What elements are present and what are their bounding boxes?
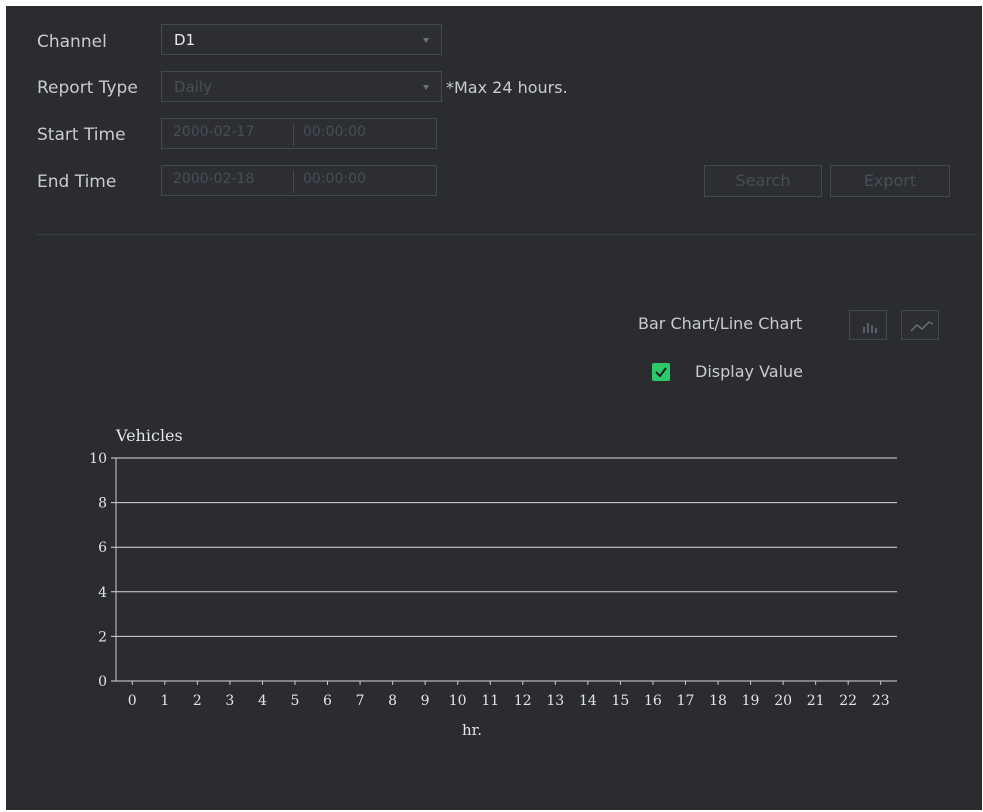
display-value-checkbox[interactable] — [652, 363, 670, 381]
search-button[interactable]: Search — [704, 165, 822, 197]
x-tick-label: 22 — [839, 693, 857, 709]
end-clock-value: 00:00:00 — [303, 171, 366, 187]
vehicles-chart: 02468100 1 2 3 4 5 6 7 8 9 10 11 12 13 14 15 16 17 18 19 20 2… — [89, 426, 897, 739]
x-tick-label: 16 — [644, 693, 662, 709]
start-date-value: 2000-02-17 — [173, 124, 255, 140]
x-tick-label: 5 — [291, 693, 300, 709]
start-clock-value: 00:00:00 — [303, 124, 366, 140]
x-tick-label: 6 — [323, 693, 332, 709]
x-tick-label: 2 — [193, 693, 202, 709]
y-tick-label: 10 — [89, 451, 107, 467]
y-tick-label: 2 — [98, 629, 107, 645]
divider — [293, 123, 294, 146]
x-tick-label: 23 — [872, 693, 890, 709]
start-time-field[interactable]: 2000-02-17 00:00:00 — [161, 118, 437, 149]
checkmark-icon — [655, 367, 667, 378]
x-tick-label: 11 — [481, 693, 499, 709]
x-tick-label: 7 — [356, 693, 365, 709]
chart-type-label: Bar Chart/Line Chart — [638, 314, 803, 333]
x-tick-label: 1 — [160, 693, 169, 709]
x-tick-label: 17 — [677, 693, 695, 709]
x-tick-label: 20 — [774, 693, 792, 709]
end-time-label: End Time — [37, 172, 117, 192]
y-axis-title: Vehicles — [115, 426, 183, 445]
section-divider — [36, 234, 978, 235]
end-time-field[interactable]: 2000-02-18 00:00:00 — [161, 165, 437, 196]
max-hours-note: *Max 24 hours. — [446, 78, 568, 97]
bar-chart-icon — [863, 323, 877, 333]
bar-chart-toggle[interactable] — [849, 310, 887, 340]
y-tick-label: 8 — [98, 496, 107, 512]
x-tick-label: 3 — [225, 693, 234, 709]
x-axis-title: hr. — [462, 721, 482, 739]
report-type-label: Report Type — [37, 78, 138, 98]
x-tick-label: 13 — [546, 693, 564, 709]
x-tick-label: 10 — [449, 693, 467, 709]
x-tick-label: 0 — [128, 693, 137, 709]
report-panel: Channel D1 Report Type Daily *Max 24 hou… — [6, 6, 982, 810]
x-tick-label: 12 — [514, 693, 532, 709]
x-tick-label: 18 — [709, 693, 727, 709]
x-tick-label: 4 — [258, 693, 267, 709]
end-date-value: 2000-02-18 — [173, 171, 255, 187]
display-value-label: Display Value — [695, 362, 803, 381]
chevron-down-icon — [423, 38, 429, 43]
x-tick-label: 9 — [421, 693, 430, 709]
report-type-select[interactable]: Daily — [161, 71, 442, 102]
y-tick-label: 4 — [98, 585, 107, 601]
x-tick-label: 8 — [388, 693, 397, 709]
channel-label: Channel — [37, 32, 107, 52]
channel-select[interactable]: D1 — [161, 24, 442, 55]
export-button[interactable]: Export — [830, 165, 950, 197]
divider — [293, 170, 294, 193]
line-chart-toggle[interactable] — [901, 310, 939, 340]
x-tick-label: 21 — [807, 693, 825, 709]
x-tick-label: 19 — [742, 693, 760, 709]
y-tick-label: 0 — [98, 674, 107, 690]
report-type-value: Daily — [174, 78, 212, 96]
start-time-label: Start Time — [37, 125, 126, 145]
x-tick-label: 14 — [579, 693, 597, 709]
x-tick-label: 15 — [611, 693, 629, 709]
y-tick-label: 6 — [98, 540, 107, 556]
line-chart-icon — [910, 321, 934, 332]
channel-value: D1 — [174, 31, 196, 49]
chevron-down-icon — [423, 85, 429, 90]
